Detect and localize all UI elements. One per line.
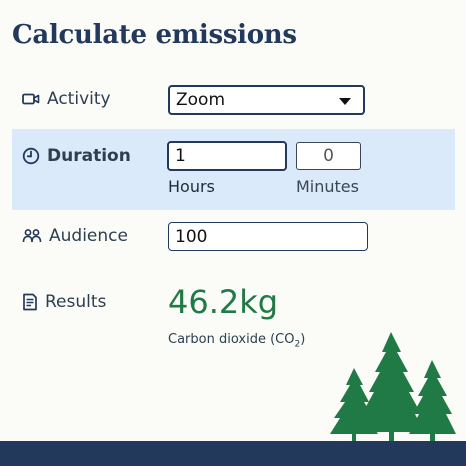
results-label: Results xyxy=(45,292,107,312)
page-title: Calculate emissions xyxy=(12,20,297,50)
activity-select[interactable]: Zoom xyxy=(168,85,365,115)
audience-label-group: Audience xyxy=(22,226,128,246)
minutes-input[interactable] xyxy=(296,142,361,170)
clock-icon xyxy=(22,147,40,165)
emissions-result-value: 46.2kg xyxy=(168,283,279,321)
chevron-down-icon xyxy=(339,98,351,105)
pine-trees-illustration xyxy=(330,332,456,442)
duration-label: Duration xyxy=(47,146,131,166)
hours-input[interactable] xyxy=(167,141,287,171)
minutes-label: Minutes xyxy=(296,177,359,196)
activity-label-group: Activity xyxy=(22,89,111,109)
activity-selected-value: Zoom xyxy=(176,90,226,110)
audience-input[interactable] xyxy=(168,222,368,251)
audience-label: Audience xyxy=(49,226,128,246)
hours-label: Hours xyxy=(168,177,215,196)
duration-label-group: Duration xyxy=(22,146,131,166)
video-camera-icon xyxy=(22,93,40,105)
results-label-group: Results xyxy=(22,292,106,312)
activity-label: Activity xyxy=(47,89,111,109)
footer-bar xyxy=(0,441,466,466)
emissions-result-unit: Carbon dioxide (CO2) xyxy=(168,332,306,350)
document-icon xyxy=(23,293,37,311)
people-icon xyxy=(22,229,42,243)
